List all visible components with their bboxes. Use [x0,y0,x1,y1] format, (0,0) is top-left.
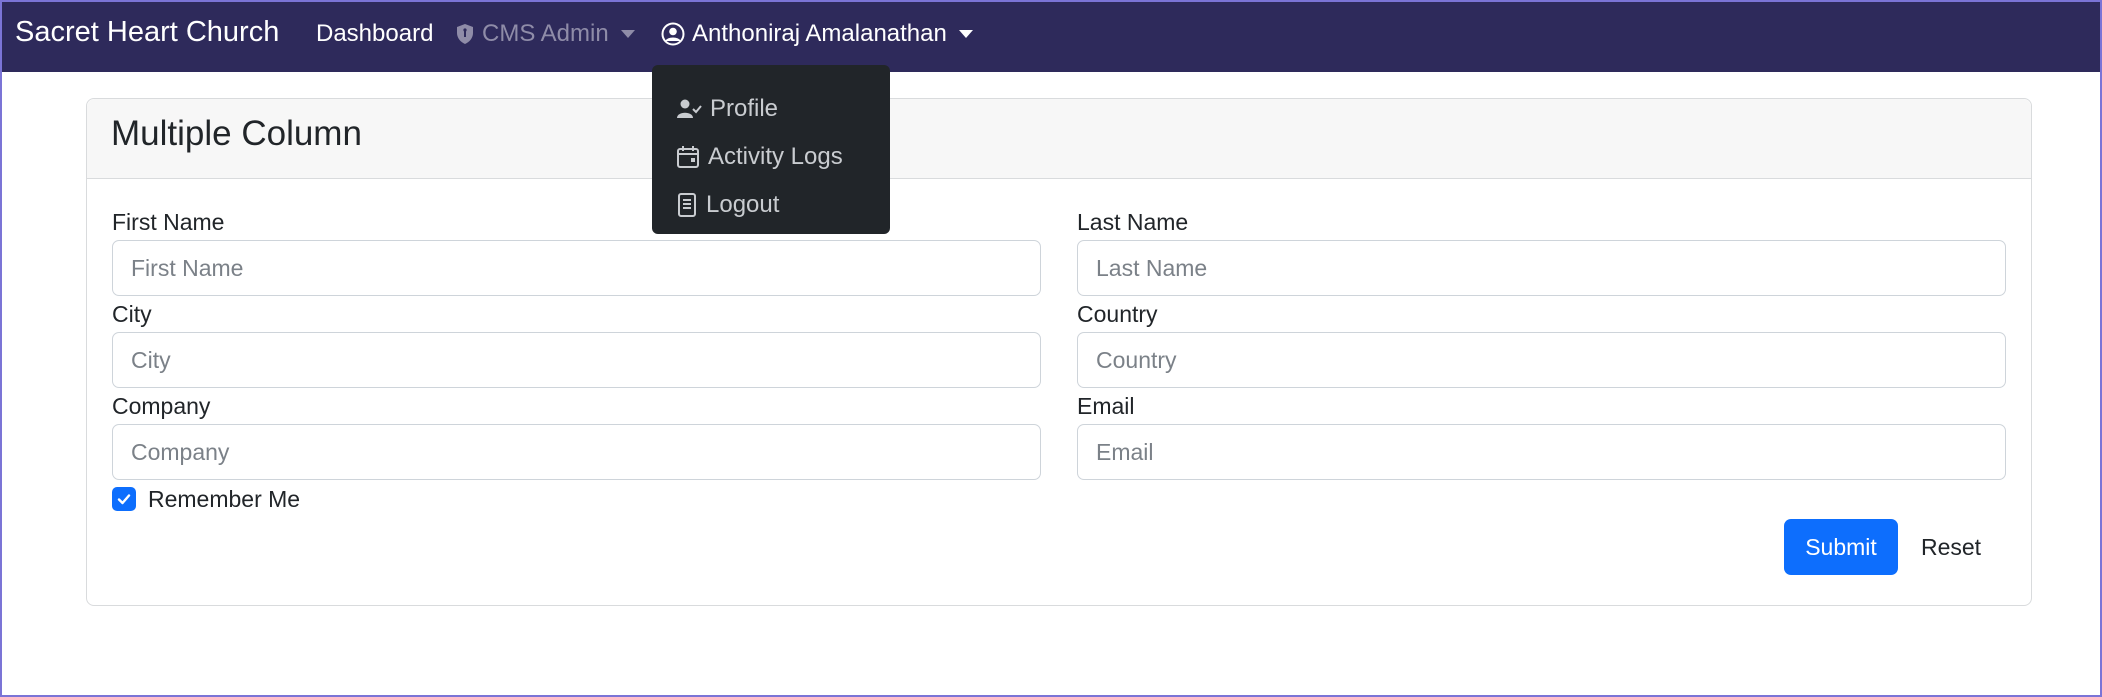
checkmark-icon [117,494,131,505]
first-name-input[interactable] [112,240,1041,296]
top-navbar: Sacret Heart Church Dashboard CMS Admin … [2,2,2100,72]
brand-title[interactable]: Sacret Heart Church [15,16,279,49]
email-input[interactable] [1077,424,2006,480]
calendar-icon [676,145,700,169]
country-label: Country [1077,301,1158,327]
menu-item-profile[interactable]: Profile [652,85,890,133]
company-label: Company [112,393,211,419]
remember-me-label[interactable]: Remember Me [148,486,300,513]
submit-button[interactable]: Submit [1784,519,1898,575]
nav-cms-admin-dropdown[interactable]: CMS Admin [455,20,635,48]
shield-icon [455,23,475,45]
company-input[interactable] [112,424,1041,480]
chevron-down-icon [958,30,973,38]
reset-button[interactable]: Reset [1908,519,1994,575]
email-label: Email [1077,393,1135,419]
menu-item-activity-logs[interactable]: Activity Logs [652,133,890,181]
remember-me-checkbox[interactable] [112,487,136,511]
user-circle-icon [661,22,685,46]
menu-item-label: Profile [710,95,779,122]
user-dropdown-menu: Profile Activity Logs Logout [652,65,890,234]
menu-item-logout[interactable]: Logout [652,181,890,229]
last-name-label: Last Name [1077,209,1189,235]
nav-user-dropdown[interactable]: Anthoniraj Amalanathan [661,20,973,48]
user-check-icon [676,98,702,120]
city-input[interactable] [112,332,1041,388]
nav-dashboard-link[interactable]: Dashboard [316,20,433,48]
last-name-input[interactable] [1077,240,2006,296]
card-header: Multiple Column [87,99,2031,179]
first-name-label: First Name [112,209,225,235]
city-label: City [112,301,152,327]
menu-item-label: Activity Logs [708,143,843,170]
nav-user-name: Anthoniraj Amalanathan [692,20,947,47]
page-title: Multiple Column [111,114,362,153]
nav-cms-admin-label: CMS Admin [482,20,609,47]
chevron-down-icon [620,30,635,38]
country-input[interactable] [1077,332,2006,388]
document-icon [676,193,698,217]
menu-item-label: Logout [706,191,780,218]
